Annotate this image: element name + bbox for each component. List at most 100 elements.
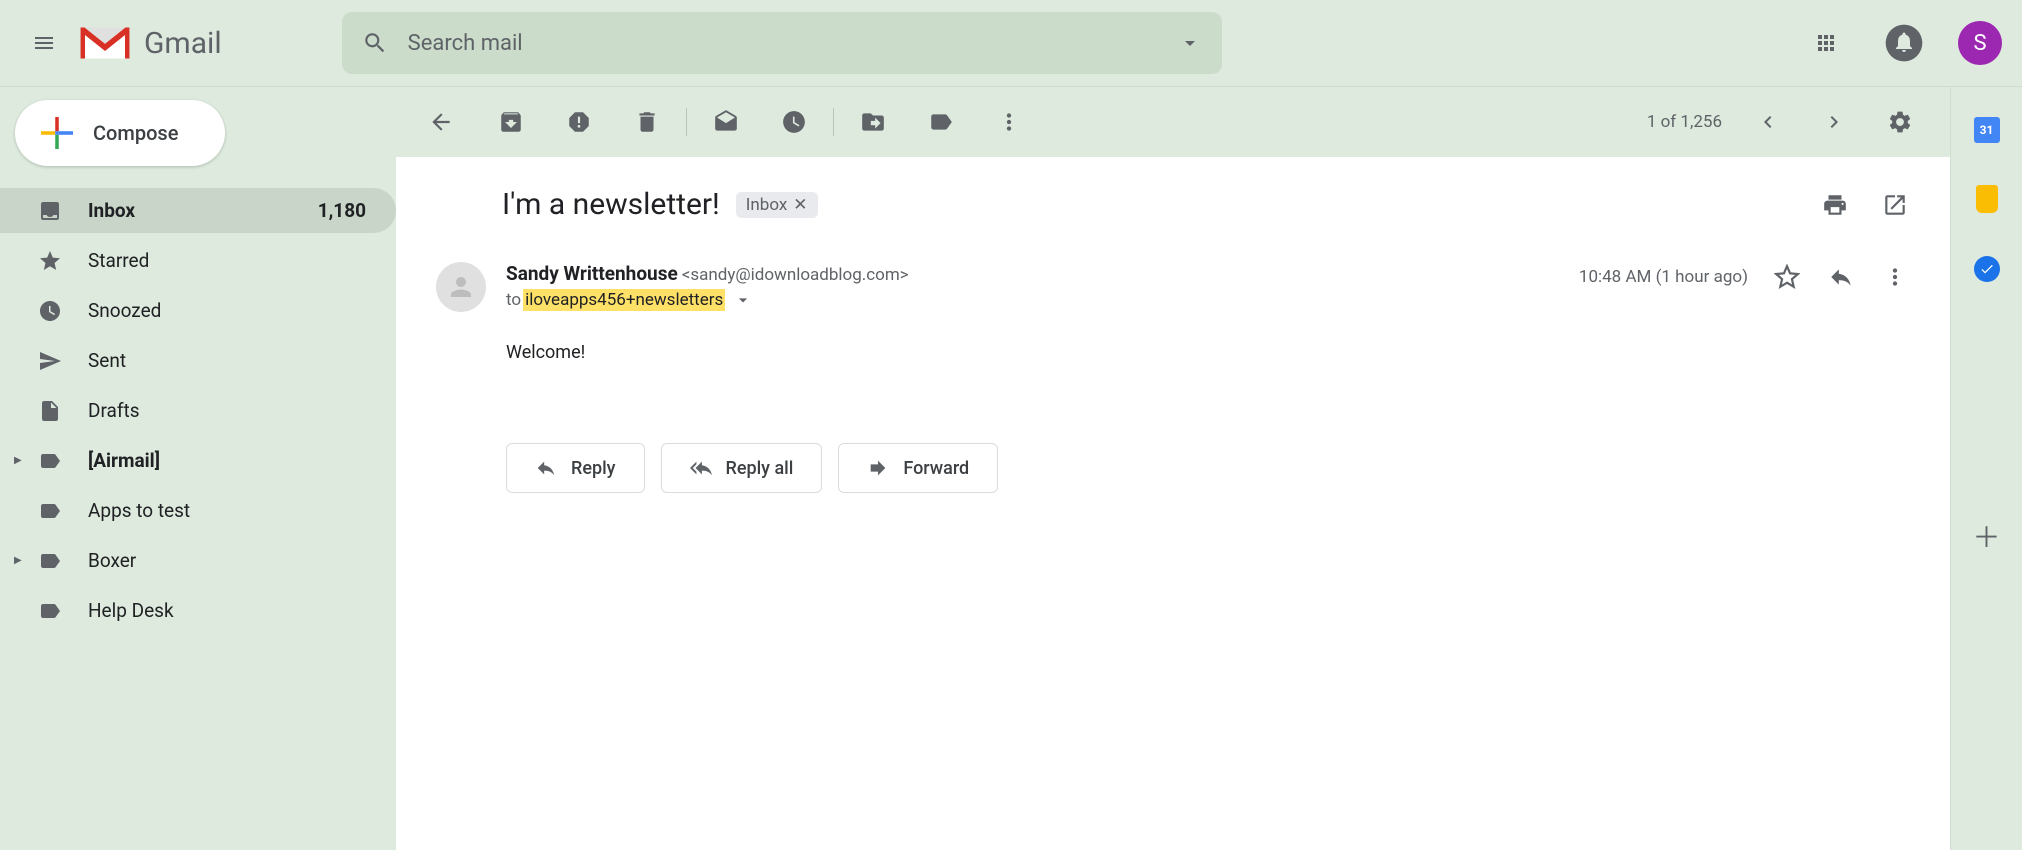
email-meta: Sandy Writtenhouse <sandy@idownloadblog.… <box>436 262 1910 312</box>
main-menu-button[interactable] <box>20 19 68 67</box>
notifications-button[interactable] <box>1880 19 1928 67</box>
delete-button[interactable] <box>632 107 662 137</box>
search-bar[interactable] <box>342 12 1222 74</box>
forward-label: Forward <box>903 458 969 479</box>
right-sidebar: 31 ＋ <box>1950 87 2022 850</box>
gear-icon <box>1887 109 1913 135</box>
label-icon <box>38 599 64 623</box>
arrow-back-icon <box>428 109 454 135</box>
clock-icon <box>781 109 807 135</box>
remove-label-icon[interactable]: ✕ <box>793 195 807 215</box>
sidebar-item-drafts[interactable]: Drafts <box>0 388 396 433</box>
file-icon <box>38 399 64 423</box>
recipient-prefix: to <box>506 290 521 310</box>
open-new-window-button[interactable] <box>1880 190 1910 220</box>
tasks-addon[interactable] <box>1973 255 2001 283</box>
toolbar: 1 of 1,256 <box>396 87 1950 157</box>
calendar-addon[interactable]: 31 <box>1974 117 2000 143</box>
email-counter: 1 of 1,256 <box>1647 112 1722 132</box>
sidebar-item-snoozed[interactable]: Snoozed <box>0 288 396 333</box>
sidebar-item-sent[interactable]: Sent <box>0 338 396 383</box>
toolbar-divider <box>686 108 687 136</box>
get-addons-button[interactable]: ＋ <box>1973 522 2001 550</box>
snooze-button[interactable] <box>779 107 809 137</box>
sender-email: <sandy@idownloadblog.com> <box>682 265 909 285</box>
email-subject: I'm a newsletter! <box>502 187 720 222</box>
expand-caret-icon[interactable]: ▶ <box>14 555 38 566</box>
nav-label: Starred <box>88 249 366 272</box>
sidebar-item-starred[interactable]: Starred <box>0 238 396 283</box>
reply-all-button[interactable]: Reply all <box>661 443 823 493</box>
prev-email-button[interactable] <box>1748 102 1788 142</box>
mail-icon <box>713 109 739 135</box>
nav-count: 1,180 <box>318 199 366 222</box>
report-spam-icon <box>566 109 592 135</box>
nav-label: Boxer <box>88 549 366 572</box>
sidebar-item-airmail[interactable]: ▶ [Airmail] <box>0 438 396 483</box>
folder-move-icon <box>860 109 886 135</box>
reply-quick-button[interactable] <box>1826 262 1856 292</box>
clock-icon <box>38 299 64 323</box>
more-vert-icon <box>996 109 1022 135</box>
sidebar-item-apps-to-test[interactable]: Apps to test <box>0 488 396 533</box>
gmail-text: Gmail <box>144 26 222 61</box>
nav-label: Sent <box>88 349 366 372</box>
archive-icon <box>498 109 524 135</box>
tasks-icon <box>1974 256 2000 282</box>
move-to-button[interactable] <box>858 107 888 137</box>
print-button[interactable] <box>1820 190 1850 220</box>
bell-icon <box>1884 23 1924 63</box>
gmail-logo[interactable]: Gmail <box>78 23 222 63</box>
calendar-day: 31 <box>1980 123 1994 137</box>
back-button[interactable] <box>426 107 456 137</box>
expand-caret-icon[interactable]: ▶ <box>14 455 38 466</box>
recipient-row: to iloveapps456+newsletters <box>506 289 1579 311</box>
toolbar-divider <box>833 108 834 136</box>
nav-label: Drafts <box>88 399 366 422</box>
apps-grid-icon <box>1814 31 1838 55</box>
search-input[interactable] <box>408 31 1178 56</box>
nav-label: [Airmail] <box>88 449 366 472</box>
label-icon <box>38 499 64 523</box>
sidebar-item-help-desk[interactable]: Help Desk <box>0 588 396 633</box>
forward-icon <box>867 457 889 479</box>
forward-button[interactable]: Forward <box>838 443 998 493</box>
search-icon <box>362 30 388 56</box>
nav-label: Snoozed <box>88 299 366 322</box>
reply-button[interactable]: Reply <box>506 443 645 493</box>
header-right: S <box>1802 19 2002 67</box>
settings-button[interactable] <box>1880 102 1920 142</box>
compose-button[interactable]: Compose <box>15 100 225 166</box>
more-button[interactable] <box>994 107 1024 137</box>
hamburger-icon <box>32 31 56 55</box>
trash-icon <box>634 109 660 135</box>
show-details-dropdown-icon[interactable] <box>733 290 753 310</box>
star-button[interactable] <box>1772 262 1802 292</box>
nav-label: Inbox <box>88 199 318 222</box>
search-options-dropdown-icon[interactable] <box>1178 31 1202 55</box>
keep-icon <box>1976 185 1998 213</box>
label-icon <box>38 549 64 573</box>
sidebar-item-inbox[interactable]: Inbox 1,180 <box>0 188 396 233</box>
nav-label: Apps to test <box>88 499 366 522</box>
account-avatar[interactable]: S <box>1958 21 2002 65</box>
next-email-button[interactable] <box>1814 102 1854 142</box>
print-icon <box>1822 192 1848 218</box>
reply-label: Reply <box>571 458 616 479</box>
email-header: I'm a newsletter! Inbox ✕ <box>436 187 1910 222</box>
reply-icon <box>535 457 557 479</box>
mark-unread-button[interactable] <box>711 107 741 137</box>
apps-button[interactable] <box>1802 19 1850 67</box>
more-actions-button[interactable] <box>1880 262 1910 292</box>
label-icon <box>928 109 954 135</box>
sidebar-item-boxer[interactable]: ▶ Boxer <box>0 538 396 583</box>
chevron-left-icon <box>1756 110 1780 134</box>
archive-button[interactable] <box>496 107 526 137</box>
spam-button[interactable] <box>564 107 594 137</box>
star-icon <box>38 249 64 273</box>
labels-button[interactable] <box>926 107 956 137</box>
star-outline-icon <box>1774 264 1800 290</box>
keep-addon[interactable] <box>1973 185 2001 213</box>
label-chip[interactable]: Inbox ✕ <box>736 192 818 218</box>
label-chip-text: Inbox <box>746 195 788 215</box>
